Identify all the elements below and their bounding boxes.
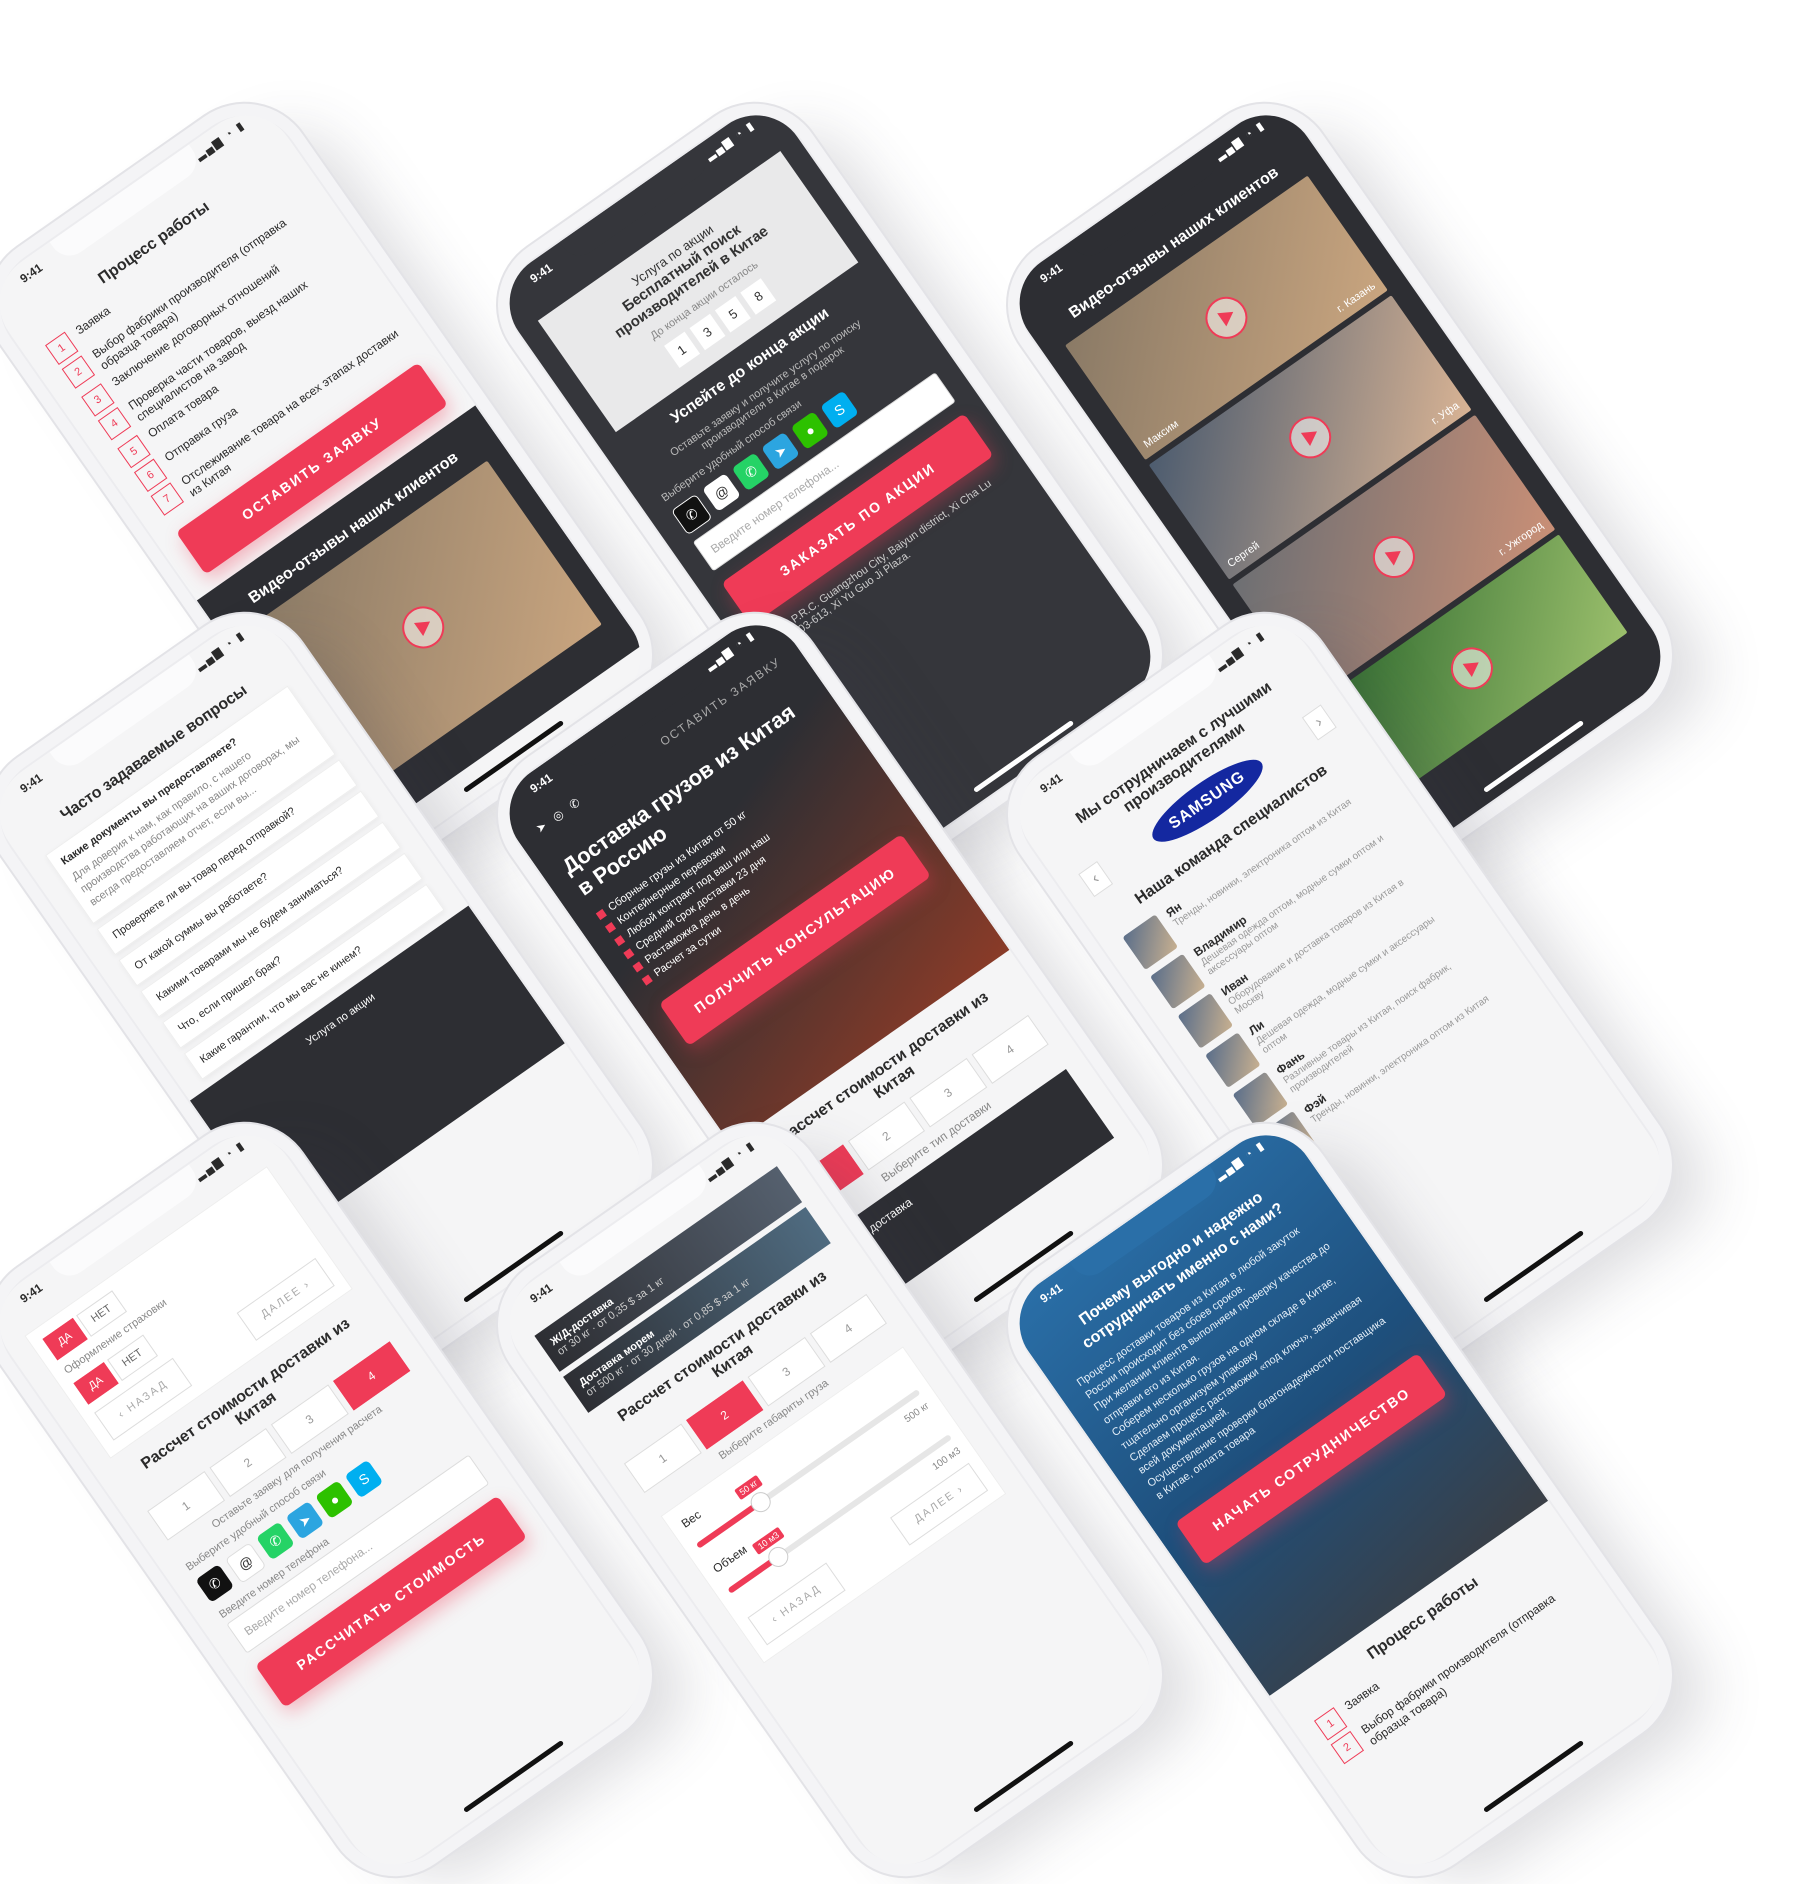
back-label: НАЗАД xyxy=(124,1377,171,1415)
bullet-marker xyxy=(641,974,653,986)
play-icon[interactable] xyxy=(394,598,453,657)
whatsapp-icon[interactable]: ✆ xyxy=(731,452,771,492)
countdown-digit: 3 xyxy=(689,313,726,351)
clock: 9:41 xyxy=(527,260,556,286)
play-icon[interactable] xyxy=(1364,527,1424,587)
step-text: Заявка xyxy=(72,303,113,338)
clock: 9:41 xyxy=(1037,770,1066,796)
home-indicator xyxy=(1482,1740,1585,1813)
step-number: 2 xyxy=(1330,1730,1365,1765)
next-label: ДАЛЕЕ xyxy=(912,1488,958,1526)
skype-icon[interactable]: S xyxy=(819,390,859,430)
clock: 9:41 xyxy=(17,1280,46,1306)
back-label: НАЗАД xyxy=(778,1582,824,1620)
telegram-icon[interactable]: ➤ xyxy=(761,431,801,471)
whatsapp-icon[interactable]: ◎ xyxy=(550,807,567,824)
bullet-marker xyxy=(613,934,626,947)
step-number: 2 xyxy=(61,355,96,389)
phone-icon[interactable]: ✆ xyxy=(566,795,582,812)
back-button[interactable]: ‹ НАЗАД xyxy=(747,1562,846,1646)
step-number: 7 xyxy=(150,481,184,516)
clock: 9:41 xyxy=(17,770,46,796)
reviewer-name: Сергей xyxy=(1225,539,1262,571)
phone-icon[interactable]: ✆ xyxy=(195,1563,235,1603)
reviewer-city: г. Уфа xyxy=(1429,399,1462,428)
email-icon[interactable]: @ xyxy=(224,1542,267,1584)
bullet-marker xyxy=(604,921,616,933)
bullet-marker xyxy=(595,908,607,920)
countdown-digit: 8 xyxy=(740,277,777,315)
size-card: Вес 50 кг 500 кг Объем 10 м3 100 м3 ‹ НА… xyxy=(660,1346,1007,1664)
play-icon[interactable] xyxy=(1197,288,1256,348)
wechat-icon[interactable]: ● xyxy=(790,411,830,451)
step-number: 4 xyxy=(97,406,132,441)
countdown-digit: 1 xyxy=(663,331,700,369)
telegram-icon[interactable]: ➤ xyxy=(533,818,549,835)
next-label: ДАЛЕЕ xyxy=(258,1283,305,1321)
phone-icon[interactable]: ✆ xyxy=(670,493,713,536)
clock: 9:41 xyxy=(1037,260,1066,286)
wechat-icon[interactable]: ● xyxy=(314,1480,354,1520)
bullet-marker xyxy=(623,948,635,960)
play-icon[interactable] xyxy=(1442,639,1502,698)
play-icon[interactable] xyxy=(1280,408,1340,467)
chevron-left-icon[interactable]: ‹ xyxy=(1078,860,1114,898)
step-text: Заявка xyxy=(1341,1679,1382,1713)
countdown-digit: 5 xyxy=(714,295,752,333)
whatsapp-icon[interactable]: ✆ xyxy=(255,1521,295,1561)
email-icon[interactable]: @ xyxy=(702,472,742,512)
skype-icon[interactable]: S xyxy=(344,1459,384,1499)
clock: 9:41 xyxy=(17,260,46,286)
bullet-marker xyxy=(632,961,644,973)
next-button[interactable]: ДАЛЕЕ › xyxy=(890,1462,989,1546)
chevron-right-icon[interactable]: › xyxy=(1301,704,1337,741)
telegram-icon[interactable]: ➤ xyxy=(285,1500,325,1540)
clock: 9:41 xyxy=(527,1280,556,1306)
